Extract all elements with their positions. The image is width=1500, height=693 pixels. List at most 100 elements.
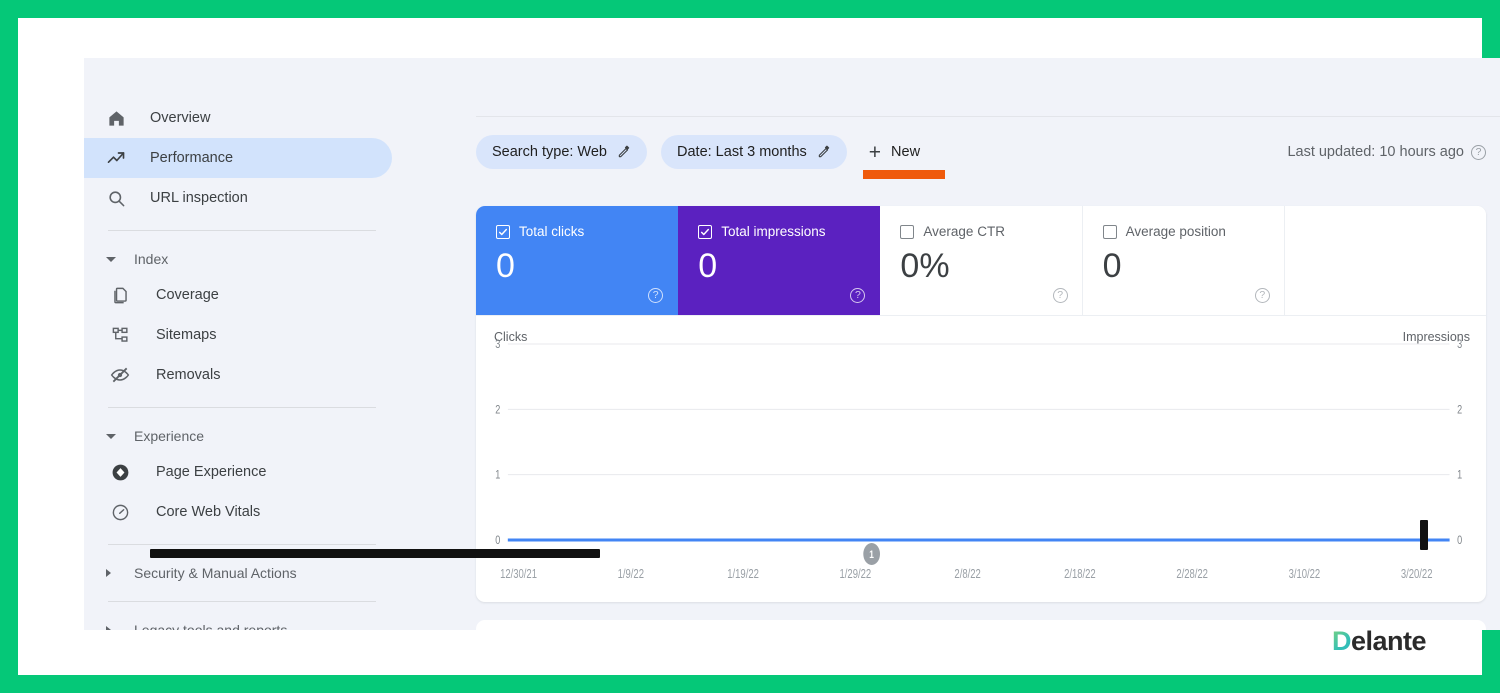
new-filter-button[interactable]: + New [861,135,945,179]
sidebar-item-label: Performance [150,150,234,166]
checkbox-unchecked-icon[interactable] [1102,224,1117,239]
svg-text:3: 3 [1457,338,1462,352]
metric-total-clicks[interactable]: Total clicks 0 ? [476,206,679,315]
sidebar-group-label: Security & Manual Actions [134,565,297,581]
sidebar: Overview Performance URL inspection Inde… [84,58,404,630]
svg-text:2/8/22: 2/8/22 [954,568,980,582]
new-filter-label: New [891,144,921,160]
home-icon [104,106,128,130]
sidebar-item-label: Core Web Vitals [156,504,261,520]
svg-text:1/29/22: 1/29/22 [840,568,872,582]
svg-text:3/20/22: 3/20/22 [1401,568,1433,582]
edit-pencil-icon[interactable] [817,145,831,159]
last-updated-label: Last updated: 10 hours ago [1287,144,1464,160]
svg-text:0: 0 [1457,534,1462,548]
sidebar-group-label: Index [134,251,169,267]
main-content: Search type: Web Date: Last 3 months + N… [404,58,1500,630]
sidebar-item-label: Page Experience [156,464,267,480]
sitemap-icon [108,323,132,347]
sidebar-divider-2 [108,407,376,408]
search-console-app: Overview Performance URL inspection Inde… [84,58,1500,630]
metric-total-impressions[interactable]: Total impressions 0 ? [678,206,881,315]
help-icon[interactable]: ? [1471,144,1486,160]
sidebar-group-experience[interactable]: Experience [84,420,404,452]
help-icon[interactable]: ? [850,288,866,303]
sidebar-item-core-web-vitals[interactable]: Core Web Vitals [84,492,392,532]
metric-header: Average CTR [900,224,1065,239]
sidebar-group-security-manual-actions[interactable]: Security & Manual Actions [84,557,404,589]
speedometer-icon [108,500,132,524]
metric-average-ctr[interactable]: Average CTR 0% ? [880,206,1083,315]
filter-chip-label: Search type: Web [492,144,607,160]
checkbox-checked-icon[interactable] [698,224,713,239]
delante-logo: Delante [1332,626,1427,657]
sidebar-divider-3 [108,544,376,545]
svg-text:2/28/22: 2/28/22 [1176,568,1208,582]
sidebar-group-legacy-tools[interactable]: Legacy tools and reports [84,614,404,630]
metric-label: Total impressions [721,224,826,239]
green-image-border: Overview Performance URL inspection Inde… [0,0,1500,693]
metric-header: Total clicks [496,224,661,239]
sidebar-group-index[interactable]: Index [84,243,404,275]
chart-svg: 3 3 2 2 1 1 0 0 12/30/21 1/9/22 1/19/22 1/29/22 2/8/… [495,338,1462,582]
pages-icon [108,283,132,307]
metric-label: Average CTR [923,224,1005,239]
metric-label: Average position [1125,224,1226,239]
chevron-down-icon [106,433,120,439]
logo-text: elante [1350,626,1427,656]
sidebar-group-label: Experience [134,428,205,444]
chevron-down-icon [106,256,120,262]
plus-icon: + [868,140,882,164]
metric-header: Total impressions [698,224,863,239]
filter-chip-search-type[interactable]: Search type: Web [476,135,647,169]
highlight-marker [862,170,945,179]
sidebar-divider-4 [108,601,376,602]
diamond-icon [108,460,132,484]
sidebar-item-label: Coverage [156,287,219,303]
metric-empty-slot [1284,206,1486,315]
performance-plot: Clicks Impressions 3 3 2 2 1 1 0 0 12/30/21 1/9/2… [476,316,1486,602]
performance-chart-card: Total clicks 0 ? Total impressions 0 ? A… [476,206,1486,602]
help-icon[interactable]: ? [1254,288,1270,303]
sidebar-item-overview[interactable]: Overview [84,98,392,138]
metric-value: 0% [900,247,950,285]
svg-text:0: 0 [495,534,500,548]
sidebar-group-label: Legacy tools and reports [134,622,288,630]
vertical-scrollbar[interactable] [1420,520,1428,550]
svg-text:12/30/21: 12/30/21 [500,568,537,582]
svg-text:2: 2 [1457,403,1462,417]
sidebar-item-sitemaps[interactable]: Sitemaps [84,315,392,355]
metric-average-position[interactable]: Average position 0 ? [1082,206,1285,315]
sidebar-item-coverage[interactable]: Coverage [84,275,392,315]
sidebar-item-page-experience[interactable]: Page Experience [84,452,392,492]
svg-text:1: 1 [1457,469,1462,483]
svg-text:2/18/22: 2/18/22 [1064,568,1096,582]
svg-text:2: 2 [495,403,500,417]
toolbar-divider [476,116,1500,117]
sidebar-item-performance[interactable]: Performance [84,138,392,178]
filter-chip-date[interactable]: Date: Last 3 months [661,135,847,169]
checkbox-checked-icon[interactable] [496,224,510,239]
edit-pencil-icon[interactable] [617,145,631,159]
chevron-right-icon [106,569,120,577]
page-canvas: Overview Performance URL inspection Inde… [66,36,1500,675]
metric-header: Average position [1102,224,1268,239]
metric-tabs: Total clicks 0 ? Total impressions 0 ? A… [476,206,1486,316]
sidebar-item-label: Overview [150,110,211,126]
metric-value: 0 [496,247,515,285]
help-icon[interactable]: ? [648,288,664,303]
metric-label: Total clicks [519,224,585,239]
sidebar-divider-1 [108,230,376,231]
sidebar-item-url-inspection[interactable]: URL inspection [84,178,392,218]
sidebar-item-label: Removals [156,367,221,383]
help-icon[interactable]: ? [1052,288,1068,303]
horizontal-scrollbar[interactable] [150,549,600,558]
eye-off-icon [108,363,132,387]
metric-value: 0 [698,247,718,285]
chevron-right-icon [106,626,120,630]
svg-text:3/10/22: 3/10/22 [1289,568,1321,582]
filter-chip-label: Date: Last 3 months [677,144,807,160]
sidebar-item-removals[interactable]: Removals [84,355,392,395]
checkbox-unchecked-icon[interactable] [900,224,915,239]
svg-text:1: 1 [869,549,874,561]
